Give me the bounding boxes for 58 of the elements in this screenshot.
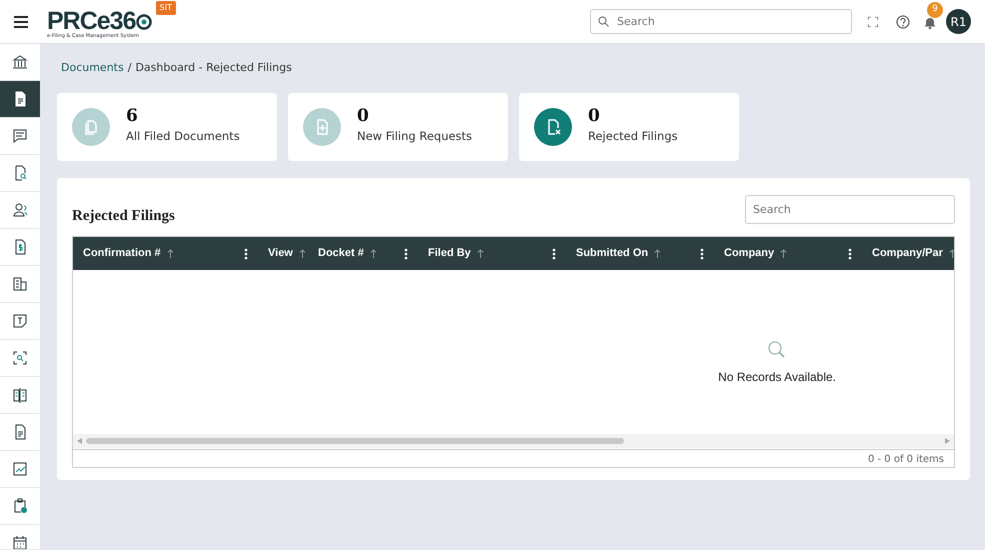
- column-header[interactable]: Company: [714, 237, 862, 270]
- bell-icon[interactable]: [924, 16, 936, 29]
- calendar-icon: [12, 535, 28, 549]
- chart-icon: [12, 461, 28, 477]
- copy-icon: [82, 118, 100, 136]
- search-field[interactable]: Search: [590, 9, 852, 34]
- panel-title: Rejected Filings: [72, 206, 175, 226]
- sort-arrow-icon[interactable]: [780, 249, 788, 258]
- stat-label: New Filing Requests: [357, 128, 472, 145]
- column-header[interactable]: Submitted On: [566, 237, 714, 270]
- book-icon: [12, 387, 28, 403]
- column-header[interactable]: Confirmation #: [73, 237, 258, 270]
- stat-label: Rejected Filings: [588, 128, 678, 145]
- chat-icon: [12, 128, 28, 144]
- search-field[interactable]: Search: [745, 195, 955, 224]
- help-icon[interactable]: [896, 14, 910, 28]
- stat-count: 0: [357, 108, 370, 125]
- search-icon: [598, 16, 609, 27]
- breadcrumb-link[interactable]: Documents: [61, 60, 124, 76]
- sidebar-item[interactable]: [0, 81, 40, 118]
- environment-badge: SIT: [156, 1, 176, 15]
- column-header[interactable]: View: [258, 237, 308, 270]
- clipboard-clock-icon: [12, 498, 28, 514]
- sort-arrow-icon[interactable]: [654, 249, 662, 258]
- bank-icon: [12, 54, 28, 70]
- column-header[interactable]: Docket #: [308, 237, 418, 270]
- pager-text: 0 - 0 of 0 items: [868, 453, 944, 467]
- stat-count: 0: [588, 108, 601, 125]
- column-header[interactable]: Company/Par: [862, 237, 954, 270]
- stat-count: 6: [126, 108, 139, 125]
- column-menu-icon[interactable]: [244, 248, 248, 260]
- menu-icon[interactable]: [14, 16, 28, 28]
- users-icon: [12, 202, 28, 218]
- stat-card[interactable]: 0 Rejected Filings: [519, 92, 739, 160]
- sort-arrow-icon[interactable]: [166, 249, 174, 258]
- sort-arrow-icon[interactable]: [948, 249, 954, 258]
- user-avatar[interactable]: R1: [946, 9, 971, 34]
- column-menu-icon[interactable]: [552, 248, 556, 260]
- stat-card[interactable]: 0 New Filing Requests: [288, 92, 508, 160]
- sort-arrow-icon[interactable]: [476, 249, 484, 258]
- fullscreen-icon[interactable]: [868, 16, 878, 26]
- breadcrumb-separator: /: [128, 60, 132, 76]
- sort-arrow-icon[interactable]: [370, 249, 377, 258]
- notification-badge: 9: [927, 2, 943, 18]
- target-icon: [136, 12, 152, 30]
- logo-text: PRCe36: [47, 9, 136, 34]
- column-menu-icon[interactable]: [848, 248, 852, 260]
- stat-card[interactable]: 6 All Filed Documents: [57, 92, 277, 160]
- empty-message: No Records Available.: [718, 369, 836, 386]
- stat-label: All Filed Documents: [126, 128, 240, 145]
- text-file-icon: [12, 313, 28, 329]
- sort-arrow-icon[interactable]: [298, 249, 306, 258]
- column-header[interactable]: Filed By: [418, 237, 566, 270]
- building-icon: [12, 276, 28, 292]
- column-menu-icon[interactable]: [404, 248, 408, 260]
- scan-icon: [12, 350, 28, 366]
- column-menu-icon[interactable]: [700, 248, 704, 260]
- breadcrumb-current: Dashboard - Rejected Filings: [135, 60, 292, 76]
